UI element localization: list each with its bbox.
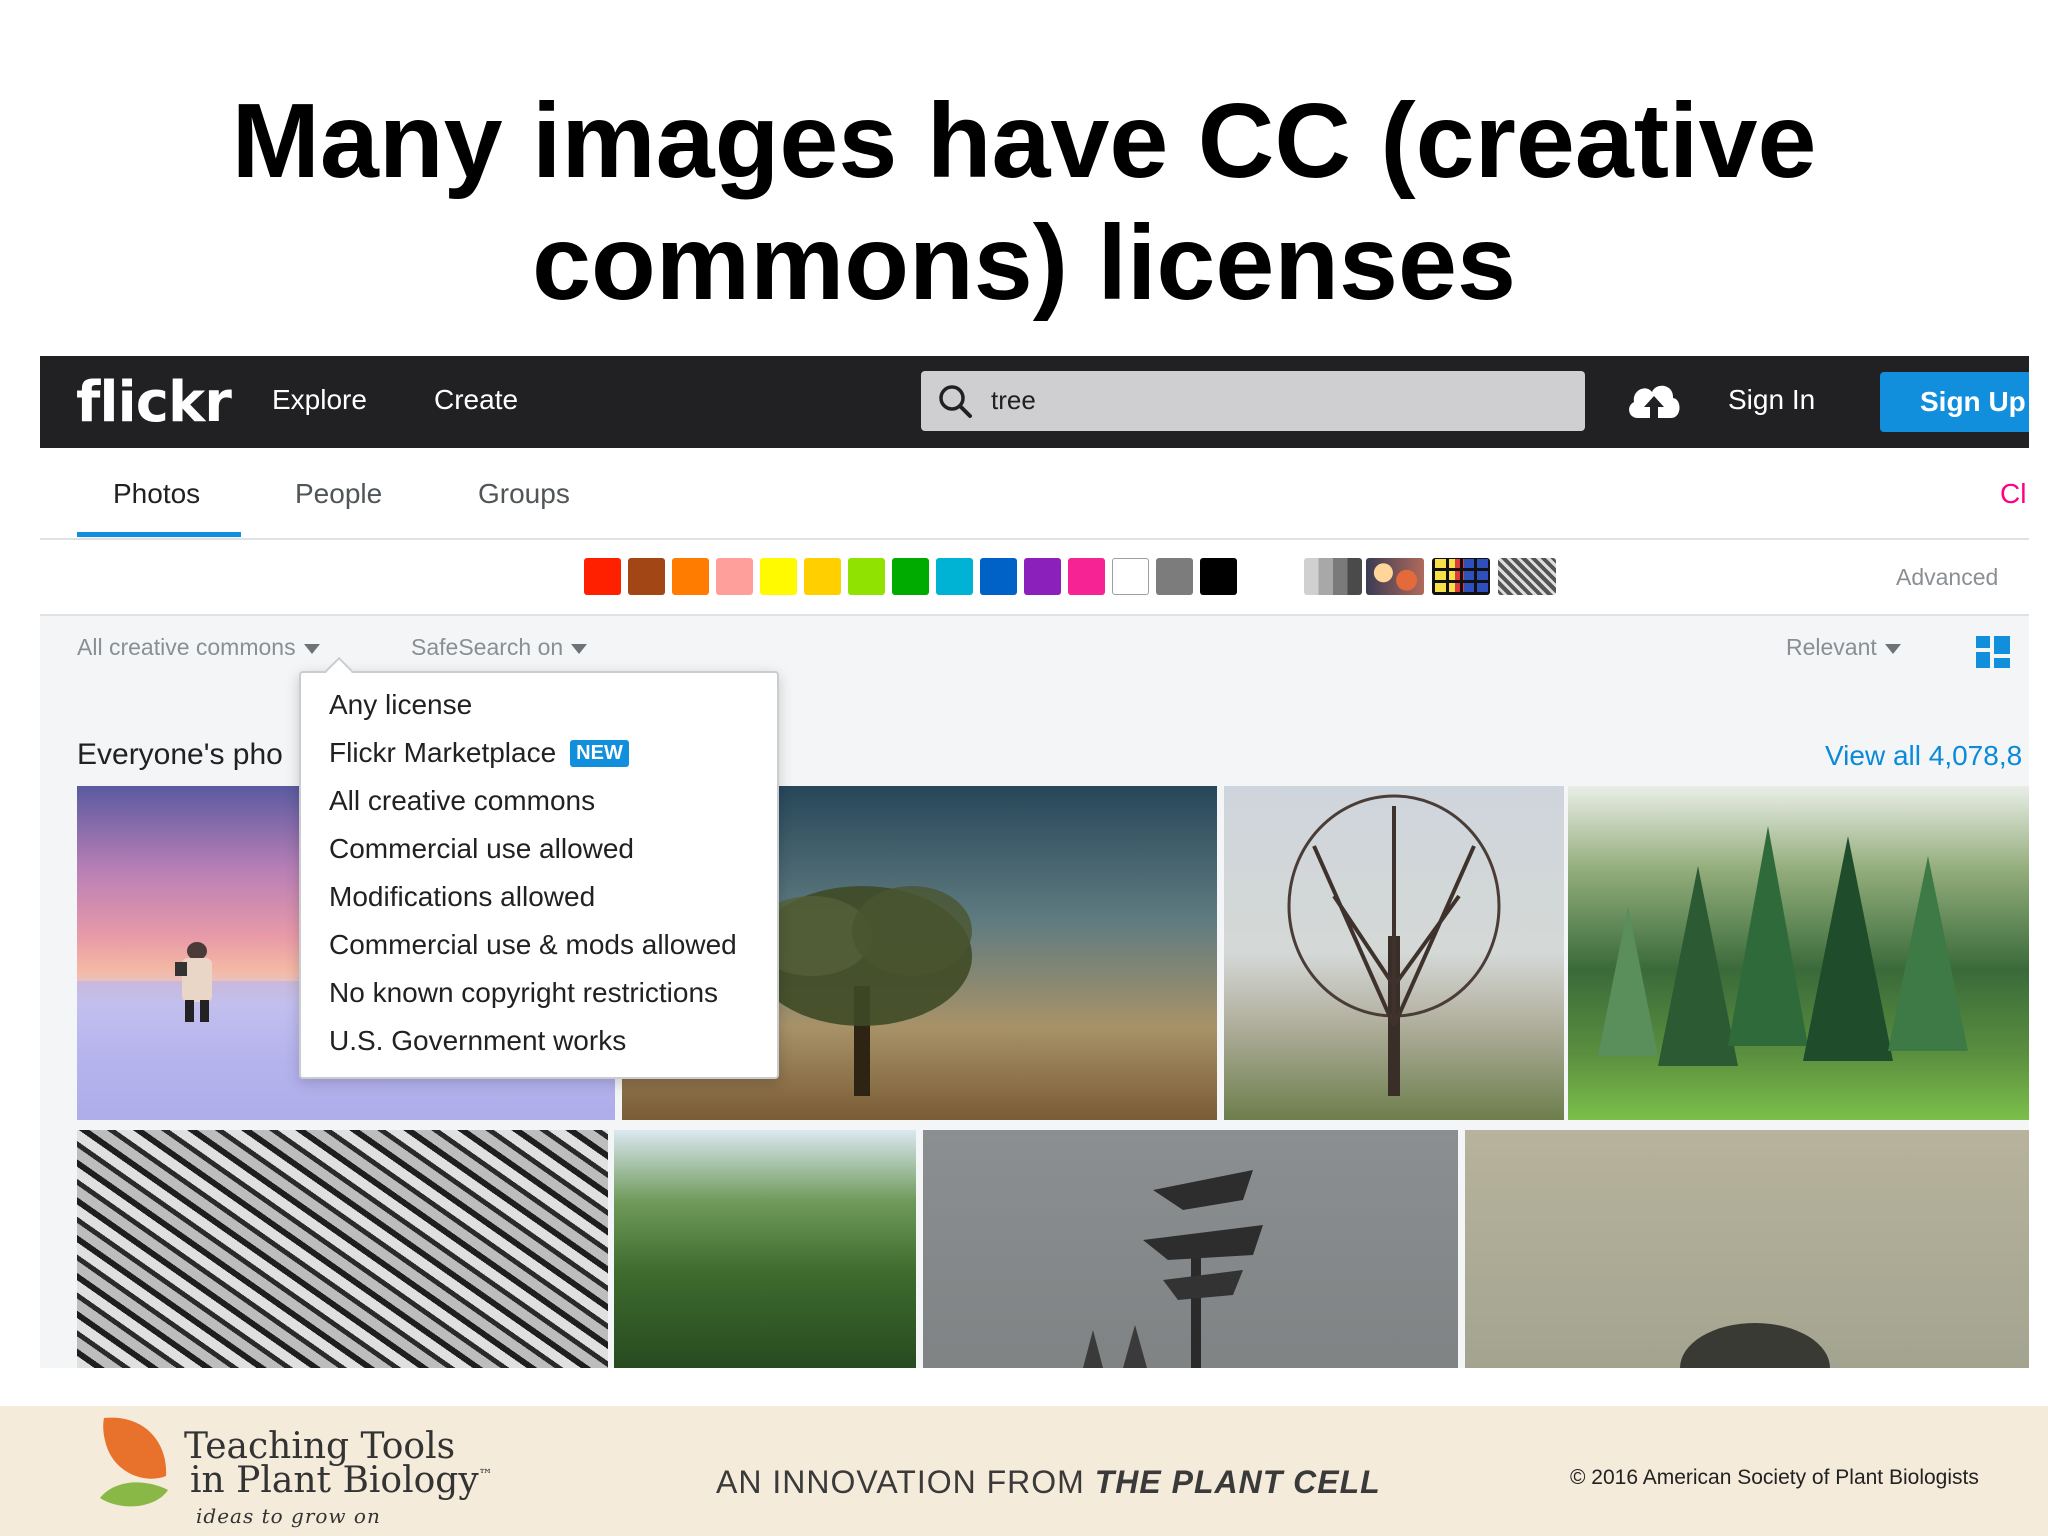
tab-people[interactable]: People: [295, 478, 382, 510]
style-filter-shallow-depth[interactable]: [1366, 558, 1424, 595]
search-input[interactable]: tree: [921, 371, 1585, 431]
bare-tree-image: [1287, 794, 1501, 1096]
footer-copyright: © 2016 American Society of Plant Biologi…: [1570, 1466, 1979, 1489]
new-badge: NEW: [570, 740, 629, 767]
menu-item-modifications[interactable]: Modifications allowed: [329, 881, 595, 913]
leaf-logo: [100, 1417, 168, 1507]
photo-thumbnail[interactable]: [923, 1130, 1458, 1368]
footer-brand-line-2: in Plant Biology™: [190, 1460, 493, 1501]
flickr-logo[interactable]: flickr: [76, 370, 232, 435]
windswept-tree-image: [1083, 1170, 1263, 1368]
nav-explore[interactable]: Explore: [272, 384, 367, 416]
flickr-screenshot: flickr Explore Create tree Sign In Sign …: [40, 356, 2029, 1368]
chevron-down-icon: [571, 643, 588, 654]
color-swatch-black[interactable]: [1200, 558, 1237, 595]
conifer-trees-image: [1598, 826, 1968, 1066]
footer-brand-text: in Plant Biology: [190, 1460, 479, 1501]
style-filter-black-white[interactable]: [1304, 558, 1362, 595]
nav-create[interactable]: Create: [434, 384, 518, 416]
menu-item-any-license[interactable]: Any license: [329, 689, 472, 721]
menu-item-all-creative-commons[interactable]: All creative commons: [329, 785, 595, 817]
sign-in-link[interactable]: Sign In: [1728, 384, 1815, 416]
slide-footer: Teaching Tools in Plant Biology™ ideas t…: [0, 1406, 2048, 1536]
photo-thumbnail[interactable]: [1568, 786, 2029, 1120]
view-all-link[interactable]: View all 4,078,8: [1825, 740, 2022, 772]
innovation-prefix: AN INNOVATION FROM: [716, 1464, 1095, 1500]
license-dropdown-menu: Any license Flickr Marketplace NEW All cr…: [299, 656, 779, 1079]
clear-link[interactable]: Cl: [2000, 478, 2026, 510]
trademark-mark: ™: [478, 1467, 493, 1483]
menu-item-no-known-copyright[interactable]: No known copyright restrictions: [329, 977, 718, 1009]
safesearch-dropdown[interactable]: SafeSearch on: [411, 634, 588, 661]
slide-title: Many images have CC (creative commons) l…: [0, 80, 2048, 324]
color-swatch-blue[interactable]: [980, 558, 1017, 595]
color-swatch-gray[interactable]: [1156, 558, 1193, 595]
color-swatch-magenta[interactable]: [1068, 558, 1105, 595]
advanced-link[interactable]: Advanced: [1896, 564, 1998, 591]
photo-thumbnail[interactable]: [77, 1130, 608, 1368]
tab-groups[interactable]: Groups: [478, 478, 570, 510]
active-tab-indicator: [77, 532, 241, 537]
sign-up-button[interactable]: Sign Up: [1880, 372, 2029, 432]
menu-item-flickr-marketplace[interactable]: Flickr Marketplace NEW: [329, 737, 629, 769]
menu-item-us-government-works[interactable]: U.S. Government works: [329, 1025, 626, 1057]
journal-name: THE PLANT CELL: [1094, 1464, 1381, 1500]
color-swatch-lime[interactable]: [848, 558, 885, 595]
footer-innovation: AN INNOVATION FROM THE PLANT CELL: [716, 1464, 1381, 1501]
photo-thumbnail[interactable]: [1224, 786, 1564, 1120]
style-filter-patterns[interactable]: [1498, 558, 1556, 595]
menu-item-commercial-and-mods[interactable]: Commercial use & mods allowed: [329, 929, 737, 961]
color-swatch-white[interactable]: [1112, 558, 1149, 595]
license-filter-dropdown[interactable]: All creative commons: [77, 634, 320, 661]
color-swatch-brown[interactable]: [628, 558, 665, 595]
sort-dropdown[interactable]: Relevant: [1786, 634, 1901, 661]
license-filter-label: All creative commons: [77, 634, 296, 660]
search-icon: [939, 385, 972, 418]
style-filter-minimalism[interactable]: [1432, 558, 1490, 595]
section-title: Everyone's pho: [77, 738, 283, 771]
chevron-down-icon: [303, 643, 320, 654]
footer-tagline: ideas to grow on: [196, 1504, 381, 1528]
color-swatch-purple[interactable]: [1024, 558, 1061, 595]
slide-title-line-1: Many images have CC (creative: [231, 82, 1817, 200]
color-swatch-pink[interactable]: [716, 558, 753, 595]
top-navbar: flickr Explore Create tree Sign In Sign …: [40, 356, 2029, 448]
color-swatch-red[interactable]: [584, 558, 621, 595]
photo-thumbnail[interactable]: [614, 1130, 916, 1368]
color-swatch-gold[interactable]: [804, 558, 841, 595]
tab-photos[interactable]: Photos: [113, 478, 200, 510]
chevron-down-icon: [1884, 643, 1901, 654]
grid-view-icon[interactable]: [1976, 636, 2010, 668]
color-filter-bar: Advanced: [40, 540, 2029, 616]
menu-item-commercial-use[interactable]: Commercial use allowed: [329, 833, 634, 865]
search-value: tree: [991, 385, 1036, 415]
safesearch-label: SafeSearch on: [411, 634, 564, 660]
sort-label: Relevant: [1786, 634, 1877, 660]
photo-thumbnail[interactable]: [1465, 1130, 2029, 1368]
color-swatch-yellow[interactable]: [760, 558, 797, 595]
cloud-upload-icon[interactable]: [1624, 376, 1684, 426]
slide-title-line-2: commons) licenses: [532, 204, 1516, 322]
color-swatch-green[interactable]: [892, 558, 929, 595]
menu-item-label: Flickr Marketplace: [329, 737, 557, 768]
color-swatch-cyan[interactable]: [936, 558, 973, 595]
search-tabs: Photos People Groups Cl: [40, 448, 2029, 540]
distant-tree-image: [1680, 1323, 1830, 1368]
color-swatch-orange[interactable]: [672, 558, 709, 595]
